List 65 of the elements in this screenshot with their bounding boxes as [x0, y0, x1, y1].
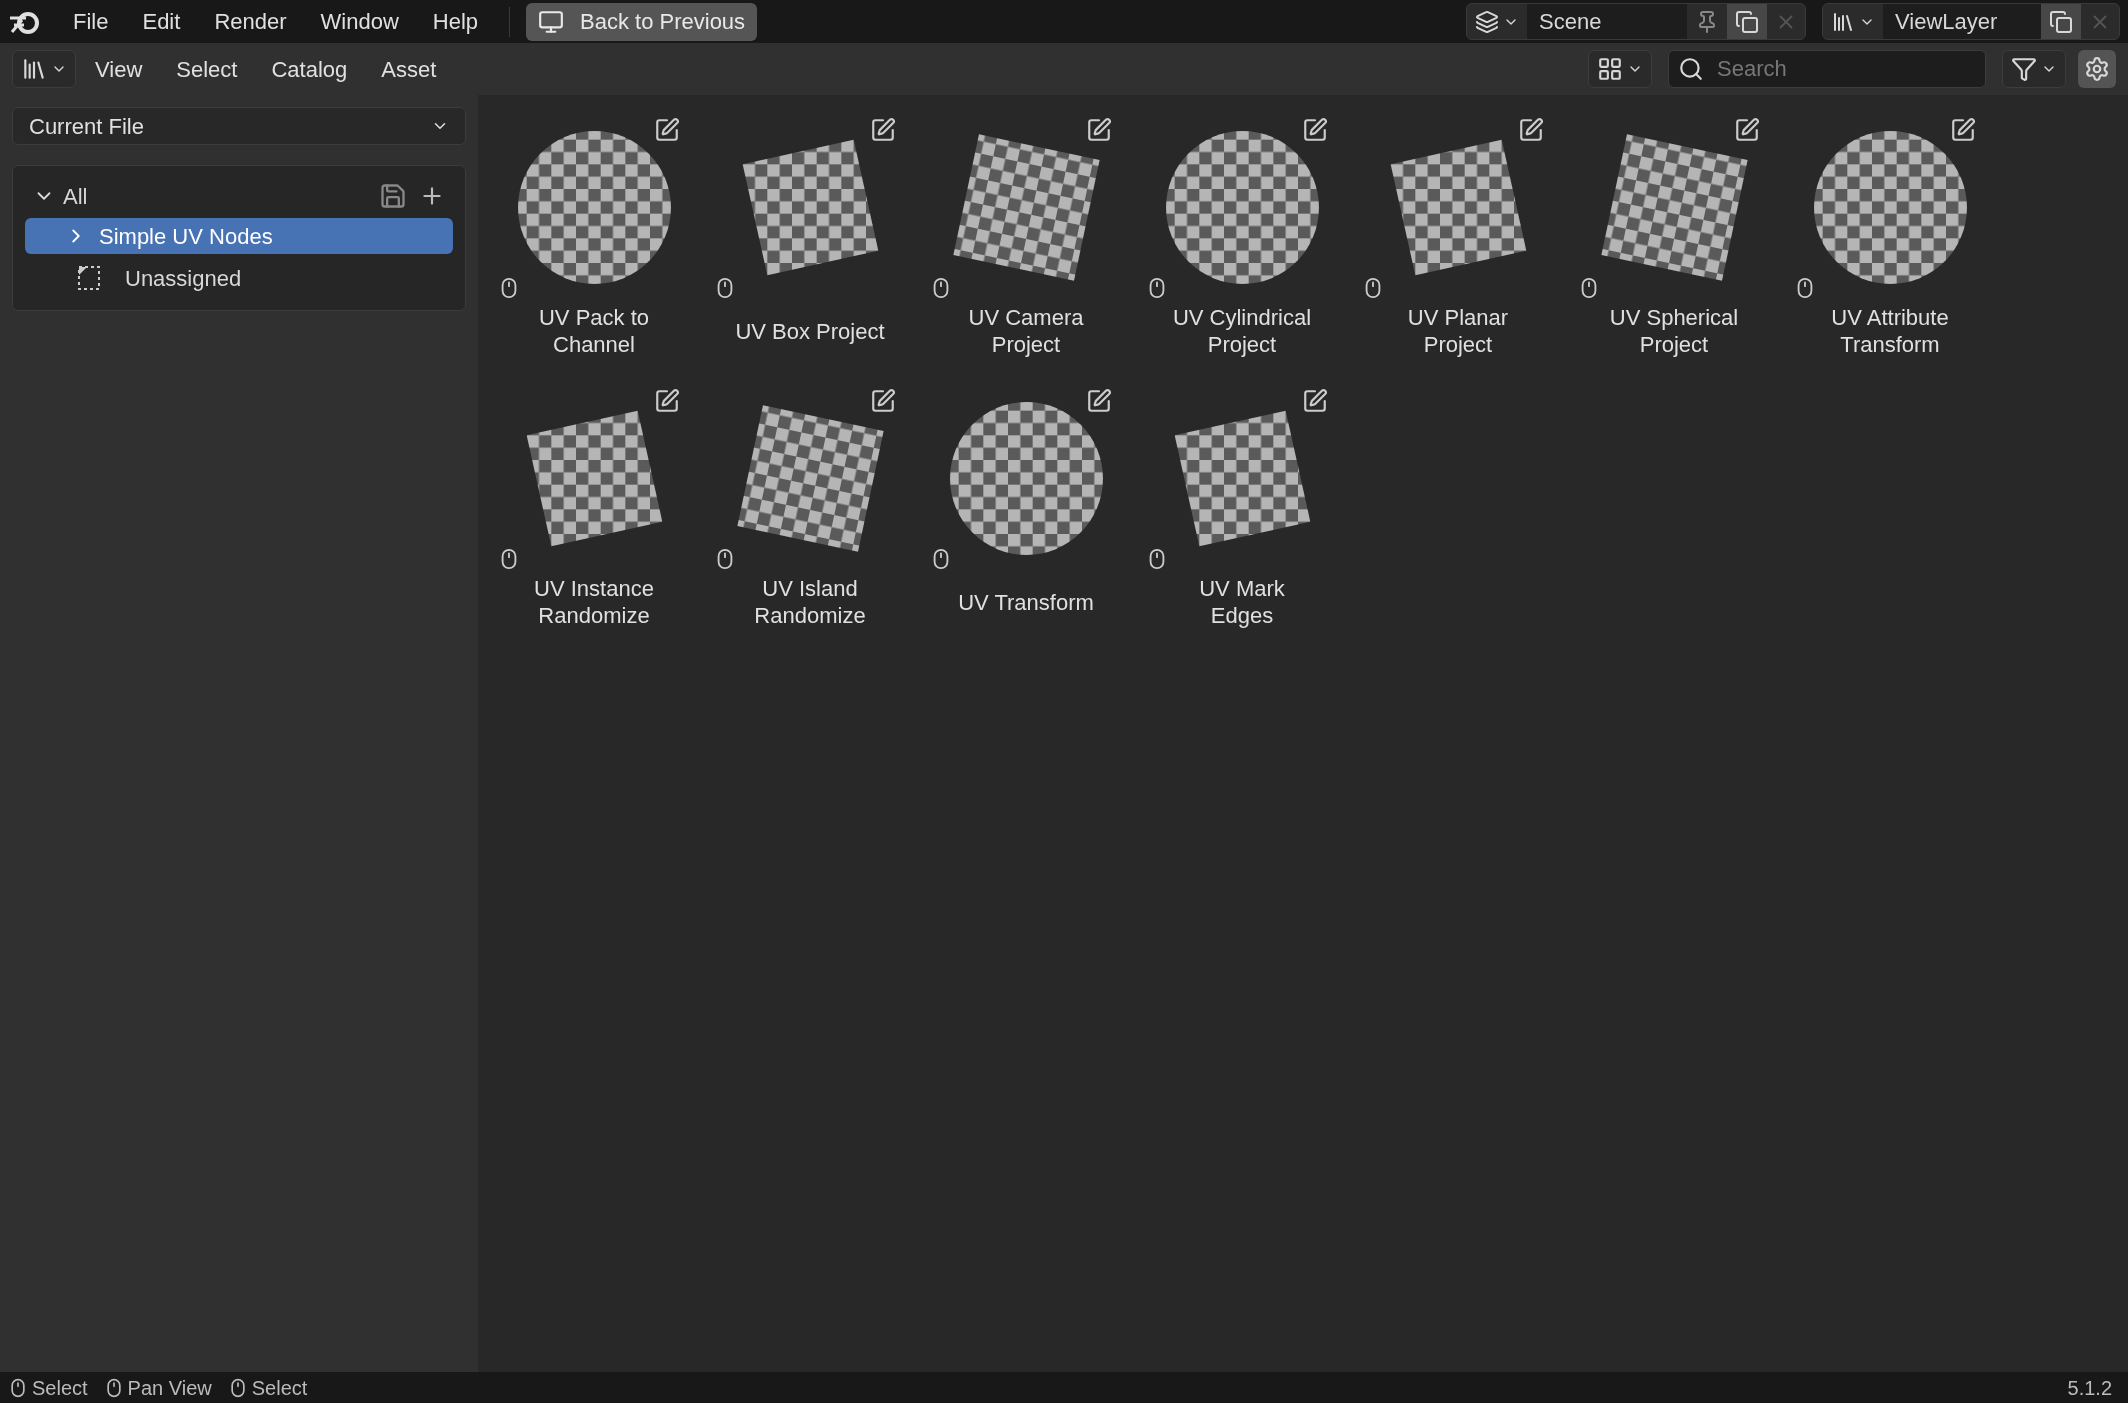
asset-tile[interactable]: UV Attribute Transform [1782, 107, 1998, 362]
status-hint: Select [251, 1375, 308, 1401]
asset-name: UV Pack to Channel [537, 304, 650, 358]
menu-item[interactable]: Edit [127, 3, 196, 40]
asset-name: UV Box Project [735, 317, 885, 346]
asset-tile[interactable]: UV Spherical Project [1566, 107, 1782, 362]
display-mode-button[interactable] [1588, 50, 1652, 88]
edit-icon[interactable] [1086, 388, 1112, 414]
search-icon [1678, 56, 1704, 82]
asset-tile[interactable]: UV Transform [918, 378, 1134, 633]
asset-tile[interactable]: UV Pack to Channel [486, 107, 702, 362]
header-menu-item[interactable]: Asset [366, 51, 452, 87]
asset-name: UV Cylindrical Project [1171, 304, 1313, 358]
asset-name: UV Attribute Transform [1830, 304, 1950, 358]
asset-tile[interactable]: UV Island Randomize [702, 378, 918, 633]
tree-row[interactable]: Simple UV Nodes [25, 218, 453, 254]
edit-icon[interactable] [654, 388, 680, 414]
menu-item[interactable]: File [58, 3, 124, 40]
asset-tile[interactable]: UV Cylindrical Project [1134, 107, 1350, 362]
filter-icon [2011, 56, 2037, 82]
filter-button[interactable] [2002, 50, 2066, 88]
edit-icon[interactable] [1302, 388, 1328, 414]
asset-name: UV Camera Project [967, 304, 1085, 358]
library-icon [21, 56, 47, 82]
asset-name: UV Spherical Project [1608, 304, 1740, 358]
header-menu-item[interactable]: Catalog [256, 51, 363, 87]
monitor-icon [538, 8, 565, 35]
asset-name: UV Island Randomize [753, 575, 867, 629]
save-icon[interactable] [379, 182, 407, 210]
grid-icon [1597, 56, 1623, 82]
asset-name: UV Planar Project [1406, 304, 1510, 358]
search-field[interactable]: Search [1668, 50, 1986, 88]
asset-tile[interactable]: UV Box Project [702, 107, 918, 362]
edit-icon[interactable] [870, 388, 896, 414]
header-menu-item[interactable]: Select [161, 51, 253, 87]
asset-name: UV Instance Randomize [533, 575, 655, 629]
version-label: 5.1.2 [2067, 1375, 2112, 1401]
editor-type-button[interactable] [12, 50, 76, 88]
asset-name: UV Transform [957, 588, 1095, 617]
edit-icon[interactable] [1950, 117, 1976, 143]
dashed-file-icon [77, 265, 101, 291]
menu-item[interactable]: Help [417, 3, 494, 40]
asset-tile[interactable]: UV Planar Project [1350, 107, 1566, 362]
edit-icon[interactable] [1734, 117, 1760, 143]
asset-name: UV Mark Edges [1198, 575, 1286, 629]
edit-icon[interactable] [1302, 117, 1328, 143]
edit-icon[interactable] [870, 117, 896, 143]
library-dropdown[interactable]: Current File [12, 107, 466, 145]
edit-icon[interactable] [654, 117, 680, 143]
menu-item[interactable]: Render [199, 3, 302, 40]
tree-row[interactable]: Unassigned [25, 258, 453, 298]
edit-icon[interactable] [1086, 117, 1112, 143]
asset-tile[interactable]: UV Mark Edges [1134, 378, 1350, 633]
header-menu-item[interactable]: View [80, 51, 158, 87]
back-to-previous-button[interactable]: Back to Previous [526, 2, 758, 41]
tree-node-label[interactable]: All [63, 179, 88, 213]
status-hint: Select [32, 1375, 88, 1401]
status-hint: Pan View [127, 1375, 212, 1401]
asset-tile[interactable]: UV Instance Randomize [486, 378, 702, 633]
menu-item[interactable]: Window [305, 3, 414, 40]
mouse-icon [8, 1377, 28, 1398]
settings-button[interactable] [2078, 50, 2116, 88]
edit-icon[interactable] [1518, 117, 1544, 143]
settings-icon [2084, 56, 2110, 82]
asset-tile[interactable]: UV Camera Project [918, 107, 1134, 362]
